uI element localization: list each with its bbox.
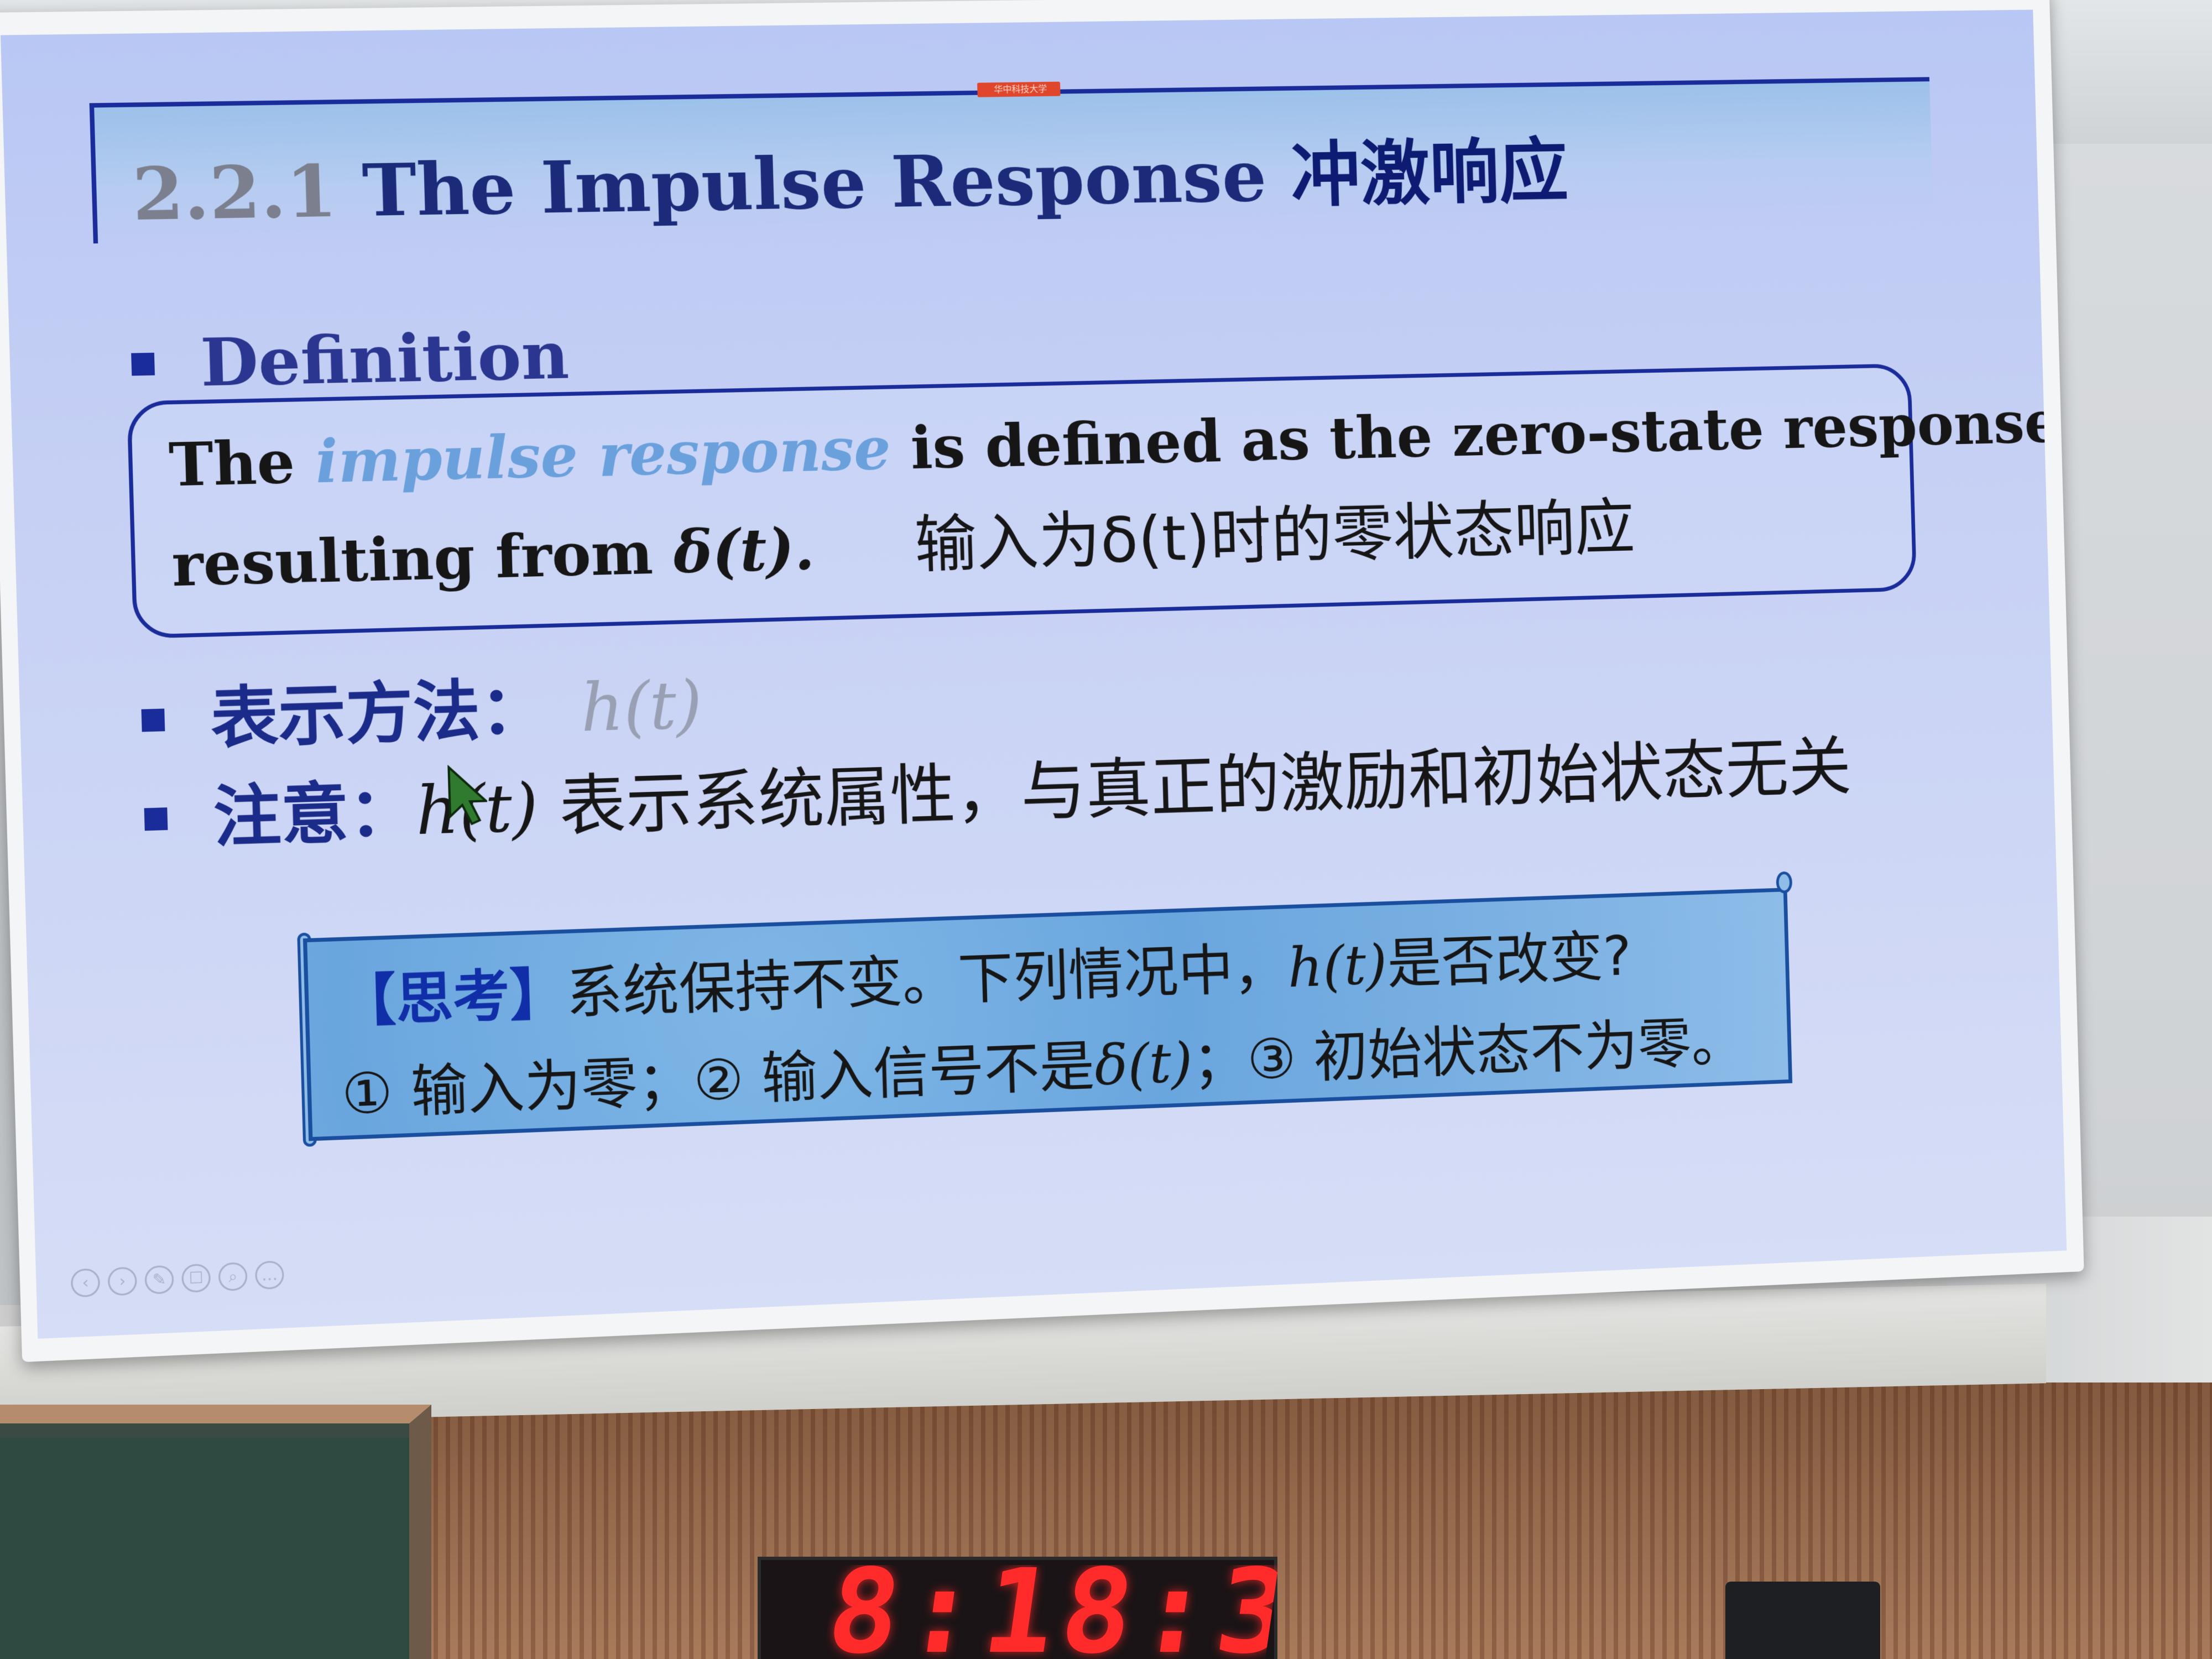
bullet-square [142,708,165,732]
next-icon[interactable]: › [108,1266,138,1296]
representation-label: 表示方法： [210,670,548,758]
delta-symbol: δ(t). [672,515,816,587]
bullet-square [144,807,168,831]
representation-value: h(t) [580,666,703,747]
thinking-delta-symbol: δ(t) [1094,1030,1193,1098]
title-english: The Impulse Response [361,135,1267,233]
definition-text-start: The [168,427,316,499]
scroll-roll-right [1776,871,1792,893]
title-chinese: 冲激响应 [1290,131,1569,217]
thinking-question-b: 是否改变? [1386,924,1632,996]
mouse-pointer-icon [446,764,488,827]
thinking-options-b: ；③ 初始状态不为零。 [1192,1009,1746,1094]
clock-time: 8:18:32 [823,1565,1279,1659]
definition-resulting-text: resulting from [171,518,674,600]
pen-icon[interactable]: ✎ [144,1265,174,1295]
blackboard [0,1438,409,1659]
speaker-box [1725,1582,1880,1659]
slideshow-controls: ‹ › ✎ ☐ ⌕ … [71,1259,313,1303]
tv-display: 华中科技大学 2.2.1 The Impulse Response 冲激响应 D… [0,0,2084,1362]
thinking-label: 【思考】 [338,961,567,1035]
pointer-icon[interactable]: ☐ [181,1264,211,1293]
more-icon[interactable]: … [255,1260,284,1290]
title-number: 2.2.1 [131,149,338,237]
definition-emphasis: impulse response [315,415,892,497]
thinking-question-a: 系统保持不变。下列情况中， [565,936,1288,1026]
definition-chinese: 输入为δ(t)时的零状态响应 [914,492,1636,582]
prev-icon[interactable]: ‹ [71,1268,101,1297]
university-logo-text: 华中科技大学 [994,83,1055,96]
thinking-symbol: h(t) [1287,932,1388,1000]
zoom-icon[interactable]: ⌕ [218,1262,247,1291]
note-label: 注意： [212,772,417,856]
bullet-square [131,353,155,376]
slide-screen[interactable]: 华中科技大学 2.2.1 The Impulse Response 冲激响应 D… [1,10,2067,1339]
